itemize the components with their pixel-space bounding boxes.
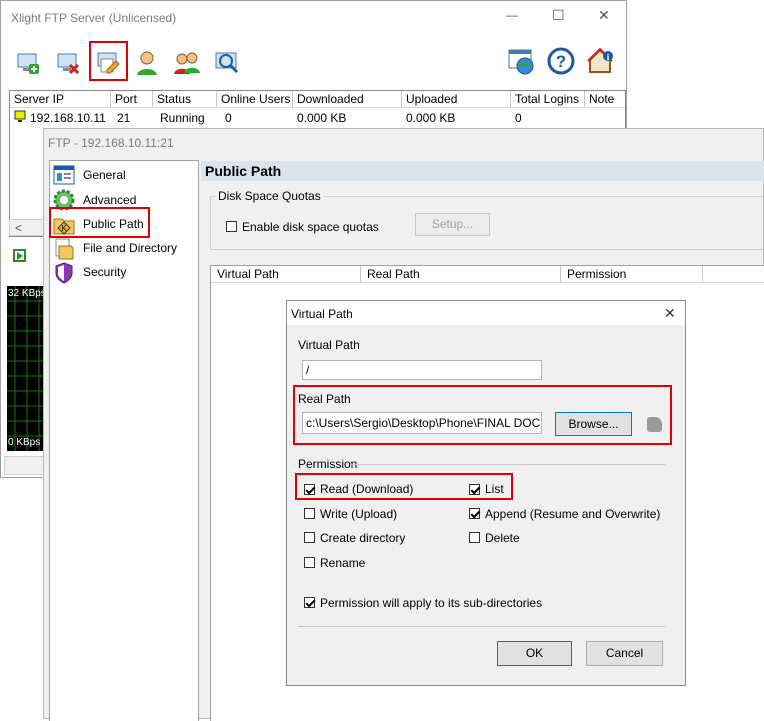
permission-divider <box>351 464 665 465</box>
setup-button[interactable]: Setup... <box>415 213 490 236</box>
shield-icon <box>55 262 73 284</box>
server-online-users: 0 <box>225 111 232 125</box>
rename-label: Rename <box>320 556 366 570</box>
ftp-window-title: FTP - 192.168.10.11:21 <box>48 136 174 150</box>
status-bar <box>4 456 46 475</box>
create-directory-label: Create directory <box>320 531 406 545</box>
virtual-path-input[interactable]: / <box>302 360 542 380</box>
real-path-highlight <box>293 385 672 445</box>
scroll-left-arrow[interactable]: < <box>15 221 22 235</box>
delete-server-button[interactable] <box>50 45 86 81</box>
read-list-highlight <box>295 473 513 500</box>
home-info-icon: i <box>587 47 613 73</box>
write-label: Write (Upload) <box>320 507 398 521</box>
column-header[interactable]: Port <box>111 91 153 107</box>
subdirs-label: Permission will apply to its sub-directo… <box>320 596 543 610</box>
add-server-button[interactable] <box>10 45 46 81</box>
add-server-icon <box>17 53 39 74</box>
rename-checkbox[interactable] <box>304 557 315 568</box>
delete-checkbox[interactable] <box>469 532 480 543</box>
web-icon <box>508 49 534 75</box>
search-icon <box>215 52 239 74</box>
column-header[interactable]: Virtual Path <box>211 266 361 282</box>
virtual-path-label: Virtual Path <box>298 338 360 352</box>
column-header[interactable]: Online Users <box>217 91 293 107</box>
column-header[interactable]: Server IP <box>10 91 111 107</box>
server-total-logins: 0 <box>515 111 522 125</box>
minimize-button[interactable]: — <box>506 8 518 22</box>
append-label: Append (Resume and Overwrite) <box>485 507 661 521</box>
nav-item-label: General <box>83 168 126 182</box>
server-row[interactable]: 192.168.10.11 21 Running 0 0.000 KB 0.00… <box>10 108 625 126</box>
column-header[interactable]: Permission <box>561 266 703 282</box>
user-button[interactable] <box>129 45 165 81</box>
quota-group-label: Disk Space Quotas <box>216 189 323 203</box>
traffic-graph: 32 KBps 0 KBps <box>7 286 45 451</box>
column-header[interactable]: Real Path <box>361 266 561 282</box>
dialog-title: Virtual Path <box>291 307 353 321</box>
public-path-highlight <box>49 207 150 238</box>
user-icon <box>137 51 157 75</box>
general-icon <box>53 165 75 185</box>
search-button[interactable] <box>209 45 245 81</box>
help-icon: ? <box>547 47 575 75</box>
write-checkbox[interactable] <box>304 508 315 519</box>
users-button[interactable] <box>169 45 205 81</box>
edit-server-highlight <box>89 41 128 81</box>
virtual-path-dialog: Virtual Path ✕ Virtual Path / Real Path … <box>286 300 686 686</box>
about-button[interactable]: i <box>583 43 619 79</box>
section-header: Public Path <box>201 161 764 181</box>
graph-max-label: 32 KBps <box>8 288 45 299</box>
nav-item-label: File and Directory <box>83 241 178 255</box>
settings-nav: General Advanced K Public Path File and … <box>49 160 199 721</box>
help-button[interactable]: ? <box>543 43 579 79</box>
file-directory-icon <box>55 238 74 260</box>
play-icon[interactable] <box>13 249 26 262</box>
column-header[interactable]: Note <box>585 91 625 107</box>
enable-quota-label: Enable disk space quotas <box>242 220 379 234</box>
graph-grid <box>7 286 45 451</box>
create-directory-checkbox[interactable] <box>304 532 315 543</box>
server-downloaded: 0.000 KB <box>297 111 347 125</box>
column-header[interactable]: Status <box>153 91 217 107</box>
web-button[interactable] <box>503 43 539 79</box>
column-header[interactable]: Uploaded <box>402 91 511 107</box>
graph-min-label: 0 KBps <box>8 437 41 448</box>
path-list-header: Virtual Path Real Path Permission <box>211 266 764 283</box>
main-window-title: Xlight FTP Server (Unlicensed) <box>11 11 177 25</box>
subdirs-checkbox[interactable] <box>304 597 315 608</box>
delete-server-icon <box>57 53 80 75</box>
server-status: Running <box>160 111 205 125</box>
button-divider <box>298 626 665 627</box>
nav-item-general[interactable]: General <box>53 165 193 187</box>
maximize-button[interactable]: ☐ <box>552 7 565 24</box>
column-header[interactable]: Downloaded <box>293 91 402 107</box>
nav-item-file-directory[interactable]: File and Directory <box>53 237 195 260</box>
server-running-icon <box>14 110 26 122</box>
nav-item-security[interactable]: Security <box>53 261 193 284</box>
server-ip: 192.168.10.11 <box>30 111 106 125</box>
permission-label: Permission <box>298 457 358 471</box>
users-icon <box>174 52 200 74</box>
enable-quota-checkbox[interactable] <box>226 221 237 232</box>
nav-item-label: Security <box>83 265 127 279</box>
nav-item-label: Advanced <box>83 193 137 207</box>
column-header[interactable]: Total Logins <box>511 91 585 107</box>
svg-text:?: ? <box>556 52 566 71</box>
server-port: 21 <box>117 111 131 125</box>
server-list-header: Server IP Port Status Online Users Downl… <box>10 91 625 108</box>
dialog-close-button[interactable]: ✕ <box>664 305 676 322</box>
append-checkbox[interactable] <box>469 508 480 519</box>
delete-label: Delete <box>485 531 520 545</box>
section-title: Public Path <box>205 163 282 179</box>
close-button[interactable]: ✕ <box>598 7 610 24</box>
ok-button[interactable]: OK <box>497 641 572 666</box>
server-uploaded: 0.000 KB <box>406 111 456 125</box>
cancel-button[interactable]: Cancel <box>586 641 663 666</box>
